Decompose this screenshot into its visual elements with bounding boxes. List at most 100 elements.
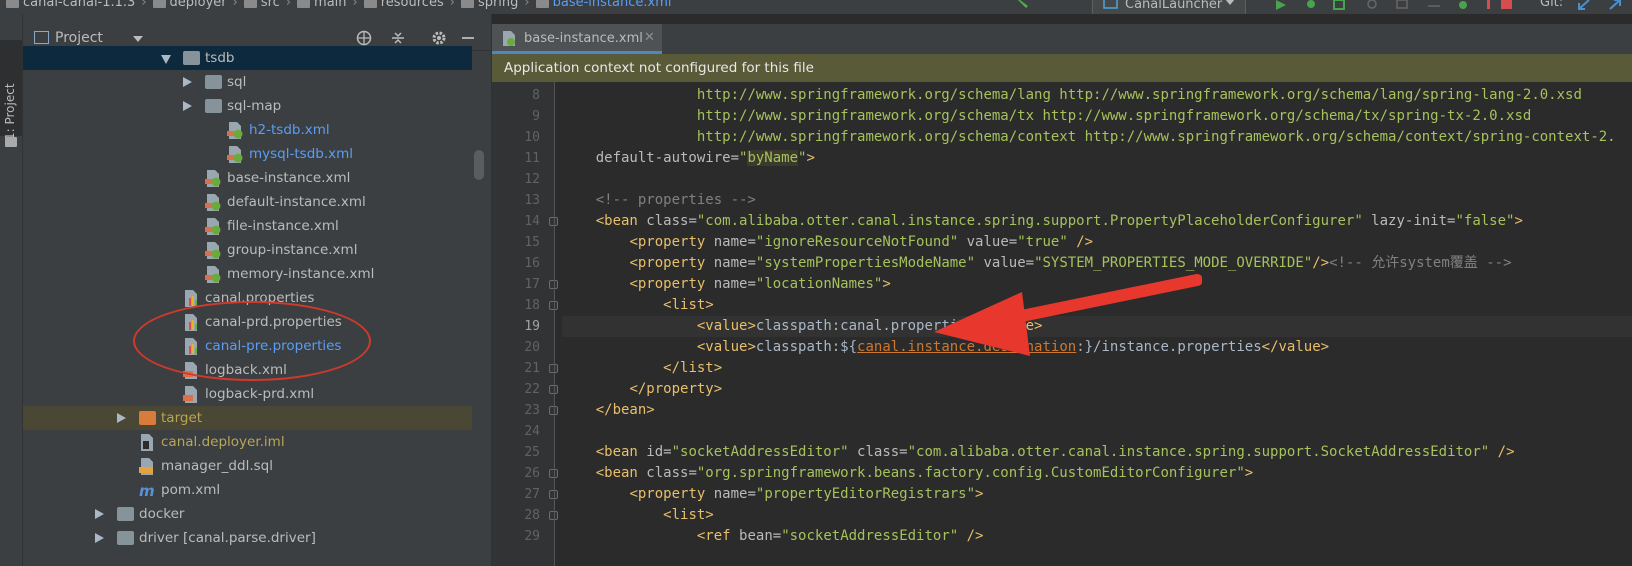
project-tree-scrollbar[interactable] xyxy=(474,150,484,180)
tree-item-label: h2-tsdb.xml xyxy=(249,122,330,138)
profile-icon[interactable] xyxy=(1364,0,1380,10)
chevron-right-icon[interactable] xyxy=(95,533,104,543)
tree-item[interactable]: sql-map xyxy=(23,94,472,118)
folder-icon xyxy=(205,75,222,89)
tree-item-label: target xyxy=(161,410,203,426)
editor-tab-label: base-instance.xml xyxy=(524,31,643,46)
spring-xml-file-icon xyxy=(503,31,515,46)
close-icon[interactable]: ✕ xyxy=(644,30,655,45)
stop-icon[interactable] xyxy=(1500,0,1514,10)
code-token: "com.alibaba.otter.canal.instance.spring… xyxy=(696,213,1363,229)
module-file-icon xyxy=(141,434,153,451)
collapse-all-icon[interactable] xyxy=(390,30,406,46)
breadcrumb-item[interactable]: spring xyxy=(460,0,518,10)
project-panel-title[interactable]: Project xyxy=(55,30,103,46)
editor-tab[interactable]: base-instance.xml ✕ xyxy=(492,24,662,54)
vcs-commit-arrow-icon[interactable] xyxy=(1608,0,1622,10)
code-token: <property xyxy=(629,234,714,250)
debug-icon[interactable] xyxy=(1303,0,1319,10)
code-token: id= xyxy=(646,444,672,460)
code-token: http://www.springframework.org/schema/la… xyxy=(696,87,1582,103)
chevron-right-icon[interactable] xyxy=(117,413,126,423)
code-line: <list> xyxy=(663,505,714,526)
tree-item[interactable]: file-instance.xml xyxy=(23,214,472,238)
breadcrumb-item[interactable]: main xyxy=(297,0,347,10)
tree-item[interactable]: base-instance.xml xyxy=(23,166,472,190)
code-token: <property xyxy=(629,255,714,271)
build-hammer-icon[interactable] xyxy=(1016,0,1034,10)
spring-xml-file-icon xyxy=(227,122,243,139)
scroll-from-source-icon[interactable] xyxy=(356,30,372,46)
code-token: name= xyxy=(713,486,756,502)
breadcrumb-label: resources xyxy=(380,0,444,10)
tree-item[interactable]: h2-tsdb.xml xyxy=(23,118,472,142)
annotation-ellipse xyxy=(133,301,371,381)
vcs-update-arrow-icon[interactable] xyxy=(1577,0,1591,10)
code-token: <value> xyxy=(696,318,756,334)
tree-item[interactable]: default-instance.xml xyxy=(23,190,472,214)
tool-window-strip: 1: Project xyxy=(0,14,23,566)
tree-item[interactable]: m pom.xml xyxy=(23,478,472,502)
breadcrumb-label: src xyxy=(260,0,280,10)
tree-item[interactable]: docker xyxy=(23,502,472,526)
tree-item[interactable]: driver [canal.parse.driver] xyxy=(23,526,472,550)
tree-item[interactable]: group-instance.xml xyxy=(23,238,472,262)
chevron-down-icon[interactable] xyxy=(161,55,171,64)
breadcrumb-item[interactable]: canal-canal-1.1.3 xyxy=(6,0,135,10)
attach-debugger-icon[interactable] xyxy=(1395,0,1411,10)
tree-item-label: docker xyxy=(139,506,185,522)
chevron-right-icon[interactable] xyxy=(183,77,192,87)
line-number: 21 xyxy=(524,361,540,376)
tree-item[interactable]: tsdb xyxy=(23,46,472,70)
code-token: class= xyxy=(646,213,697,229)
tree-item[interactable]: manager_ddl.sql xyxy=(23,454,472,478)
chevron-down-icon xyxy=(1225,0,1235,5)
chevron-right-icon[interactable] xyxy=(183,101,192,111)
run-configuration-selector[interactable]: CanalLauncher xyxy=(1092,0,1246,14)
tree-item[interactable]: canal.deployer.iml xyxy=(23,430,472,454)
code-token: "SYSTEM_PROPERTIES_MODE_OVERRIDE" xyxy=(1034,255,1313,271)
step-over-icon[interactable] xyxy=(1426,0,1442,10)
code-token: bean= xyxy=(739,528,782,544)
code-token: <bean xyxy=(595,465,647,481)
folder-icon xyxy=(5,137,17,147)
gear-icon[interactable] xyxy=(431,30,447,46)
tree-item[interactable]: logback-prd.xml xyxy=(23,382,472,406)
run-with-coverage-icon[interactable] xyxy=(1332,0,1348,10)
update-icon[interactable] xyxy=(1482,0,1496,10)
breadcrumb-label: base-instance.xml xyxy=(552,0,672,10)
annotation-arrow xyxy=(934,274,1202,356)
code-line: http://www.springframework.org/schema/co… xyxy=(697,127,1616,148)
code-token: /> xyxy=(1312,255,1330,271)
tree-item[interactable]: target xyxy=(23,406,472,430)
code-token: byName xyxy=(747,150,799,166)
tree-item[interactable]: sql xyxy=(23,70,472,94)
line-number: 8 xyxy=(532,88,540,103)
tree-item[interactable]: mysql-tsdb.xml xyxy=(23,142,472,166)
chevron-down-icon[interactable] xyxy=(133,36,143,42)
tree-item-label: pom.xml xyxy=(161,482,221,498)
code-token: </property> xyxy=(629,381,723,397)
hide-panel-icon[interactable] xyxy=(460,30,476,46)
code-line: </bean> xyxy=(596,400,655,421)
code-token: > xyxy=(975,486,984,502)
tree-item[interactable]: memory-instance.xml xyxy=(23,262,472,286)
run-icon[interactable] xyxy=(1275,0,1287,10)
spring-xml-file-icon xyxy=(205,266,221,283)
line-number: 23 xyxy=(524,403,540,418)
tree-item-label: file-instance.xml xyxy=(227,218,339,234)
chevron-right-icon[interactable] xyxy=(95,509,104,519)
xml-file-icon xyxy=(183,386,197,403)
breadcrumb-item[interactable]: src xyxy=(243,0,280,10)
breadcrumb-item[interactable]: deployer xyxy=(152,0,227,10)
run-config-icon xyxy=(1103,0,1118,9)
breadcrumb-item[interactable]: resources xyxy=(363,0,444,10)
tree-item-label: sql-map xyxy=(227,98,282,114)
code-token: <property xyxy=(629,276,714,292)
line-number: 12 xyxy=(524,172,540,187)
breadcrumb-item[interactable]: base-instance.xml xyxy=(535,0,672,10)
line-number: 24 xyxy=(524,424,540,439)
code-line: <list> xyxy=(663,295,714,316)
bug-icon[interactable] xyxy=(1455,0,1471,10)
project-tool-window-tab[interactable]: 1: Project xyxy=(0,40,22,147)
